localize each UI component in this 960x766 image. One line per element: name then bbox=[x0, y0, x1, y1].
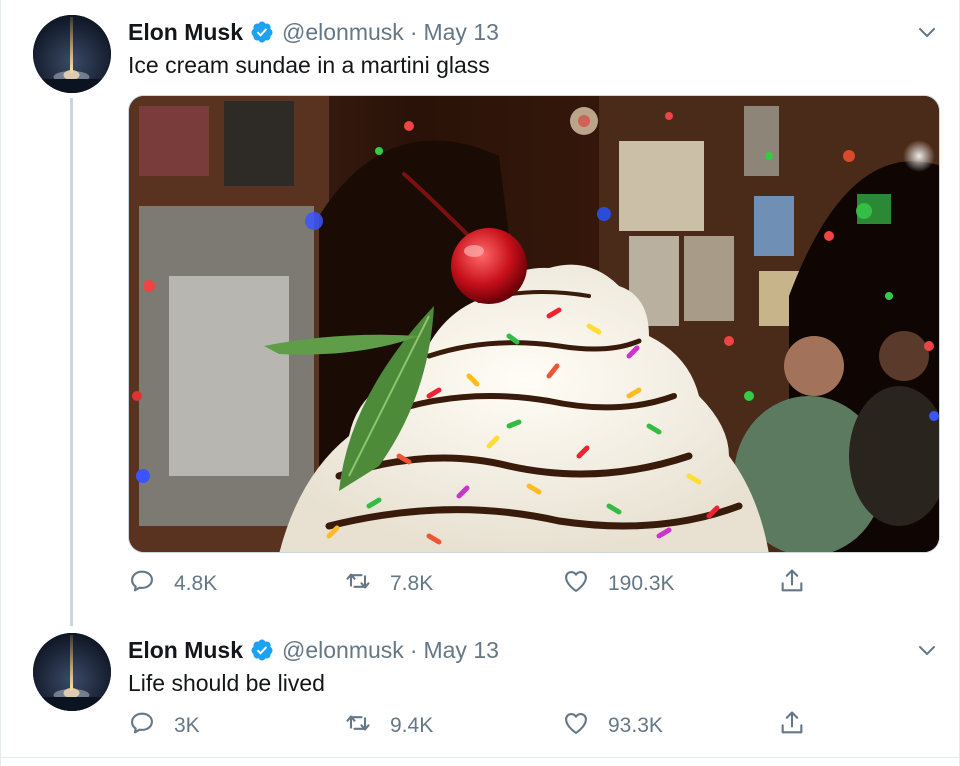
like-button[interactable]: 190.3K bbox=[562, 568, 675, 600]
reply-count: 4.8K bbox=[174, 572, 218, 595]
retweet-icon bbox=[344, 567, 372, 601]
tweet-text: Ice cream sundae in a martini glass bbox=[128, 52, 490, 78]
avatar[interactable] bbox=[33, 633, 111, 711]
reply-icon bbox=[128, 709, 156, 743]
reply-count: 3K bbox=[174, 714, 200, 737]
reply-icon bbox=[128, 567, 156, 601]
tweet[interactable]: Elon Musk @elonmusk · May 13 Life should… bbox=[1, 618, 959, 758]
tweet-actions: 3K 9.4K 93.3K bbox=[128, 710, 808, 742]
thread-connector-line bbox=[70, 98, 73, 626]
retweet-button[interactable]: 7.8K bbox=[344, 568, 433, 600]
retweet-count: 7.8K bbox=[390, 572, 434, 595]
reply-button[interactable]: 3K bbox=[128, 710, 200, 742]
tweet-header: Elon Musk @elonmusk · May 13 bbox=[128, 17, 499, 47]
timeline-feed: Elon Musk @elonmusk · May 13 Ice cream s… bbox=[0, 0, 960, 766]
like-count: 190.3K bbox=[608, 572, 675, 595]
verified-badge-icon bbox=[250, 638, 274, 662]
like-button[interactable]: 93.3K bbox=[562, 710, 663, 742]
tweet-timestamp[interactable]: May 13 bbox=[423, 637, 498, 664]
share-button[interactable] bbox=[778, 568, 806, 600]
like-count: 93.3K bbox=[608, 714, 663, 737]
tweet-header: Elon Musk @elonmusk · May 13 bbox=[128, 635, 499, 665]
tweet-timestamp[interactable]: May 13 bbox=[423, 19, 498, 46]
tweet[interactable]: Elon Musk @elonmusk · May 13 Ice cream s… bbox=[1, 0, 959, 626]
author-handle[interactable]: @elonmusk bbox=[282, 637, 404, 664]
heart-icon bbox=[562, 567, 590, 601]
retweet-icon bbox=[344, 709, 372, 743]
retweet-button[interactable]: 9.4K bbox=[344, 710, 433, 742]
tweet-photo[interactable] bbox=[128, 95, 940, 553]
author-handle[interactable]: @elonmusk bbox=[282, 19, 404, 46]
tweet-actions: 4.8K 7.8K 190.3K bbox=[128, 568, 808, 600]
avatar[interactable] bbox=[33, 15, 111, 93]
separator-dot: · bbox=[409, 18, 418, 45]
chevron-down-icon[interactable] bbox=[917, 640, 937, 660]
share-icon bbox=[778, 709, 806, 743]
verified-badge-icon bbox=[250, 20, 274, 44]
heart-icon bbox=[562, 709, 590, 743]
chevron-down-icon[interactable] bbox=[917, 22, 937, 42]
share-button[interactable] bbox=[778, 710, 806, 742]
tweet-text: Life should be lived bbox=[128, 670, 325, 696]
share-icon bbox=[778, 567, 806, 601]
reply-button[interactable]: 4.8K bbox=[128, 568, 217, 600]
author-name[interactable]: Elon Musk bbox=[128, 19, 243, 46]
separator-dot: · bbox=[409, 636, 418, 663]
retweet-count: 9.4K bbox=[390, 714, 434, 737]
author-name[interactable]: Elon Musk bbox=[128, 637, 243, 664]
